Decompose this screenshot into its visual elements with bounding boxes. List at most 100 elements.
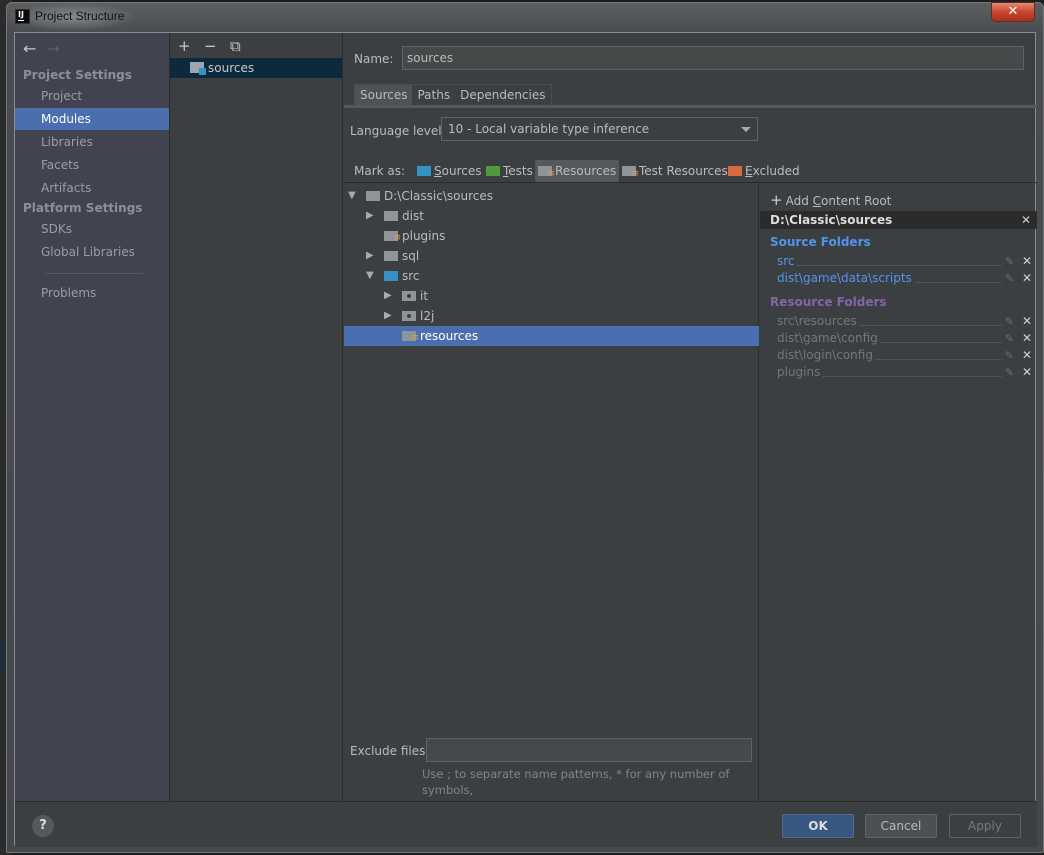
resource-folders-title: Resource Folders	[770, 295, 887, 309]
label: ests	[508, 164, 533, 178]
remove-folder-icon[interactable]: ✕	[1022, 330, 1032, 347]
remove-folder-icon[interactable]: ✕	[1022, 270, 1032, 287]
add-module-icon[interactable]: +	[178, 37, 204, 55]
folder-icon	[384, 251, 398, 261]
tree-node-label: sql	[402, 249, 420, 263]
exclude-files-input[interactable]	[426, 738, 752, 762]
plus-icon: +	[770, 191, 783, 209]
remove-module-icon[interactable]: −	[204, 37, 230, 55]
forward-arrow-icon[interactable]: →	[46, 39, 59, 58]
add-content-root-button[interactable]: + Add Content Root	[770, 191, 891, 209]
mark-test-resources-button[interactable]: Test Resources	[619, 160, 731, 185]
sidebar-item-libraries[interactable]: Libraries	[15, 131, 169, 153]
package-folder-icon	[402, 311, 416, 321]
sidebar-item-modules[interactable]: Modules	[15, 108, 169, 130]
tree-node[interactable]: ▶ it	[344, 286, 759, 306]
language-level-dropdown[interactable]: 10 - Local variable type inference	[441, 117, 758, 141]
folder-path: src\resources	[777, 314, 859, 328]
source-folders-title: Source Folders	[770, 235, 871, 249]
sidebar-item-global-libraries[interactable]: Global Libraries	[15, 241, 169, 263]
title-bar[interactable]: IJ Project Structure ✕	[7, 2, 1043, 31]
collapsed-arrow-icon[interactable]: ▶	[384, 286, 392, 306]
mnemonic: C	[812, 194, 822, 208]
folder-tree: ▼ D:\Classic\sources ▶ dist plugins ▶ sq…	[344, 184, 759, 801]
remove-folder-icon[interactable]: ✕	[1022, 347, 1032, 364]
modules-list-panel: + − ⧉ sources	[169, 33, 343, 801]
module-name: sources	[208, 61, 255, 75]
collapsed-arrow-icon[interactable]: ▶	[366, 246, 374, 266]
sidebar-item-problems[interactable]: Problems	[15, 282, 169, 304]
exclude-files-label: Exclude files:	[350, 744, 430, 758]
tree-node[interactable]: ▶ l2j	[344, 306, 759, 326]
edit-pencil-icon[interactable]: ✎	[1005, 347, 1014, 364]
sidebar-item-sdks[interactable]: SDKs	[15, 218, 169, 240]
tree-node[interactable]: ▶ dist	[344, 206, 759, 226]
language-level-value: 10 - Local variable type inference	[448, 122, 650, 136]
tree-node-label: resources	[420, 329, 479, 343]
mark-excluded-button[interactable]: Excluded	[725, 160, 803, 182]
sidebar-item-facets[interactable]: Facets	[15, 154, 169, 176]
ok-button[interactable]: OK	[782, 814, 854, 838]
content-roots-panel: + Add Content Root D:\Classic\sources ✕ S…	[760, 184, 1037, 801]
remove-folder-icon[interactable]: ✕	[1022, 313, 1032, 330]
source-folder-row: src ✎ ✕	[777, 253, 1032, 270]
project-settings-header: Project Settings	[23, 68, 132, 82]
tree-node-label: D:\Classic\sources	[384, 189, 493, 203]
remove-content-root-icon[interactable]: ✕	[1021, 211, 1031, 229]
label: xcluded	[752, 164, 800, 178]
resource-folder-row: plugins ✎ ✕	[777, 364, 1032, 381]
mark-resources-button[interactable]: Resources	[535, 160, 620, 185]
expanded-arrow-icon[interactable]: ▼	[348, 186, 356, 206]
remove-folder-icon[interactable]: ✕	[1022, 253, 1032, 270]
tree-node[interactable]: ▶ sql	[344, 246, 759, 266]
tree-node-label: it	[420, 289, 429, 303]
dotted-leader	[777, 265, 1002, 266]
help-icon[interactable]: ?	[32, 815, 54, 837]
package-folder-icon	[402, 291, 416, 301]
test-resources-folder-icon	[622, 163, 639, 185]
folder-path: dist\game\data\scripts	[777, 271, 914, 285]
edit-pencil-icon[interactable]: ✎	[1005, 270, 1014, 287]
edit-pencil-icon[interactable]: ✎	[1005, 313, 1014, 330]
tab-sources[interactable]: Sources	[355, 85, 413, 105]
edit-pencil-icon[interactable]: ✎	[1005, 253, 1014, 270]
apply-button[interactable]: Apply	[949, 814, 1021, 838]
resource-folder-row: src\resources ✎ ✕	[777, 313, 1032, 330]
collapsed-arrow-icon[interactable]: ▶	[366, 206, 374, 226]
remove-folder-icon[interactable]: ✕	[1022, 364, 1032, 381]
window-close-button[interactable]: ✕	[991, 2, 1035, 22]
dialog-content: ← → Project Settings Project Modules Libr…	[14, 32, 1037, 847]
tab-dependencies[interactable]: Dependencies	[455, 85, 550, 105]
tree-node-selected[interactable]: resources	[344, 326, 759, 348]
label: ontent Root	[821, 194, 892, 208]
back-arrow-icon[interactable]: ←	[23, 39, 36, 58]
nav-arrows: ← →	[23, 39, 60, 58]
mark-sources-button[interactable]: Sources	[414, 160, 484, 182]
tab-paths[interactable]: Paths	[412, 85, 455, 105]
edit-pencil-icon[interactable]: ✎	[1005, 364, 1014, 381]
source-folder-row: dist\game\data\scripts ✎ ✕	[777, 270, 1032, 287]
mark-as-toolbar: Mark as: Sources Tests Resources Test Re…	[344, 159, 1037, 185]
tree-node[interactable]: plugins	[344, 226, 759, 248]
expanded-arrow-icon[interactable]: ▼	[366, 266, 374, 286]
tree-node[interactable]: ▼ src	[344, 266, 759, 286]
resource-folder-icon	[384, 228, 401, 248]
dialog-footer: ? OK Cancel Apply	[15, 801, 1037, 847]
collapsed-arrow-icon[interactable]: ▶	[384, 306, 392, 326]
cancel-button[interactable]: Cancel	[865, 814, 937, 838]
mark-tests-button[interactable]: Tests	[483, 160, 536, 182]
module-list-item[interactable]: sources	[170, 58, 342, 78]
copy-module-icon[interactable]: ⧉	[230, 37, 256, 55]
sidebar-item-project[interactable]: Project	[15, 85, 169, 107]
language-level-label: Language level:	[350, 124, 446, 138]
sidebar-separator	[45, 273, 143, 274]
folder-path: plugins	[777, 365, 823, 379]
name-label: Name:	[354, 52, 394, 66]
module-settings-panel: Name: sources Sources Paths Dependencies L…	[344, 33, 1037, 813]
edit-pencil-icon[interactable]: ✎	[1005, 330, 1014, 347]
hint-line: Use ; to separate name patterns, * for a…	[422, 767, 730, 797]
window-title: Project Structure	[35, 9, 125, 23]
module-name-input[interactable]: sources	[402, 46, 1024, 70]
tree-node[interactable]: ▼ D:\Classic\sources	[344, 186, 759, 206]
sidebar-item-artifacts[interactable]: Artifacts	[15, 177, 169, 199]
